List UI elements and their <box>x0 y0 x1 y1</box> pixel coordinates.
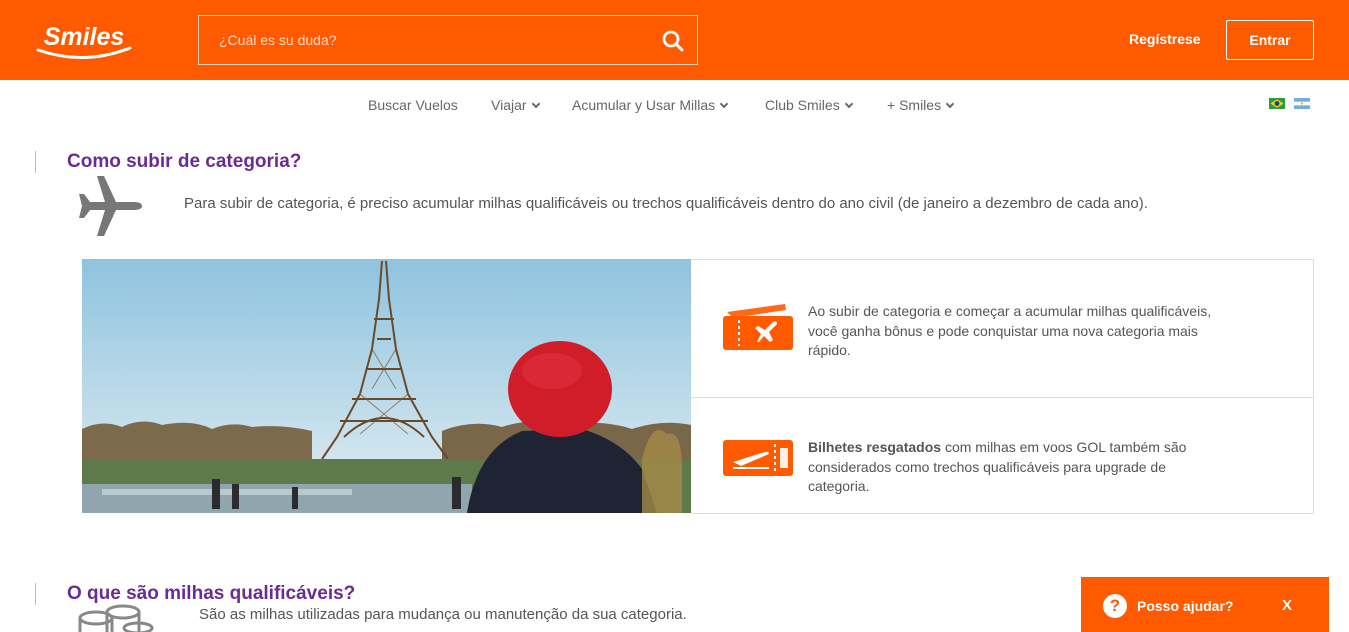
text-line: categoria. <box>808 478 870 494</box>
section-text: São as milhas utilizadas para mudança ou… <box>199 606 687 623</box>
section-title: Como subir de categoria? <box>67 151 302 172</box>
chevron-down-icon <box>844 99 853 109</box>
ticket-airplane-icon <box>723 304 793 350</box>
bold-text: Bilhetes resgatados <box>808 439 942 455</box>
top-header: Smiles Regístrese Entrar <box>0 0 1349 80</box>
nav-buscar-vuelos[interactable]: Buscar Vuelos <box>368 97 458 113</box>
info-text: Bilhetes resgatados com milhas em voos G… <box>808 438 1258 497</box>
search-icon[interactable] <box>661 29 685 53</box>
nav-club-smiles[interactable]: Club Smiles <box>765 97 853 113</box>
nav-label: Club Smiles <box>765 97 840 113</box>
nav-mas-smiles[interactable]: + Smiles <box>887 97 955 113</box>
intro-text: Para subir de categoria, é preciso acumu… <box>184 195 1148 212</box>
section-title: O que são milhas qualificáveis? <box>67 583 356 604</box>
search-box <box>198 15 698 65</box>
nav-acumular-usar[interactable]: Acumular y Usar Millas <box>572 97 729 113</box>
help-label: Posso ajudar? <box>1137 598 1234 614</box>
main-nav: Buscar Vuelos Viajar Acumular y Usar Mil… <box>0 97 1349 115</box>
nav-viajar[interactable]: Viajar <box>491 97 540 113</box>
text-line: rápido. <box>808 342 851 358</box>
close-help-button[interactable]: X <box>1282 597 1292 614</box>
info-text: Ao subir de categoria e começar a acumul… <box>808 302 1258 361</box>
brazil-flag-icon[interactable] <box>1269 98 1285 109</box>
nav-label: Viajar <box>491 97 527 113</box>
chevron-down-icon <box>719 99 729 109</box>
help-widget[interactable]: ? Posso ajudar? X <box>1081 577 1329 632</box>
nav-label: + Smiles <box>887 97 942 113</box>
nav-label: Buscar Vuelos <box>368 97 458 113</box>
boarding-pass-icon <box>723 440 793 476</box>
text-line: Ao subir de categoria e começar a acumul… <box>808 303 1212 319</box>
smiles-logo[interactable]: Smiles <box>34 18 134 62</box>
info-panel: Ao subir de categoria e começar a acumul… <box>691 259 1314 514</box>
text-line: você ganha bônus e pode conquistar uma n… <box>808 322 1198 339</box>
text-line: Bilhetes resgatados com milhas em voos G… <box>808 438 1258 458</box>
search-input[interactable] <box>199 16 697 64</box>
airplane-icon <box>79 176 142 236</box>
section-divider <box>35 583 36 605</box>
argentina-flag-icon[interactable] <box>1294 98 1310 109</box>
svg-text:Smiles: Smiles <box>44 23 125 51</box>
chevron-down-icon <box>945 99 955 109</box>
section-divider <box>35 151 36 173</box>
eiffel-tower-photo <box>82 259 691 513</box>
text-line: considerados como trechos qualificáveis … <box>808 458 1166 475</box>
info-row: Bilhetes resgatados com milhas em voos G… <box>691 398 1313 514</box>
nav-label: Acumular y Usar Millas <box>572 97 716 113</box>
question-icon: ? <box>1103 594 1127 618</box>
register-link[interactable]: Regístrese <box>1129 31 1201 47</box>
info-row: Ao subir de categoria e começar a acumul… <box>691 260 1313 398</box>
login-button[interactable]: Entrar <box>1226 20 1314 60</box>
coins-stack-icon <box>78 604 154 632</box>
text-rest: com milhas em voos GOL também são <box>941 439 1187 455</box>
chevron-down-icon <box>531 99 540 109</box>
